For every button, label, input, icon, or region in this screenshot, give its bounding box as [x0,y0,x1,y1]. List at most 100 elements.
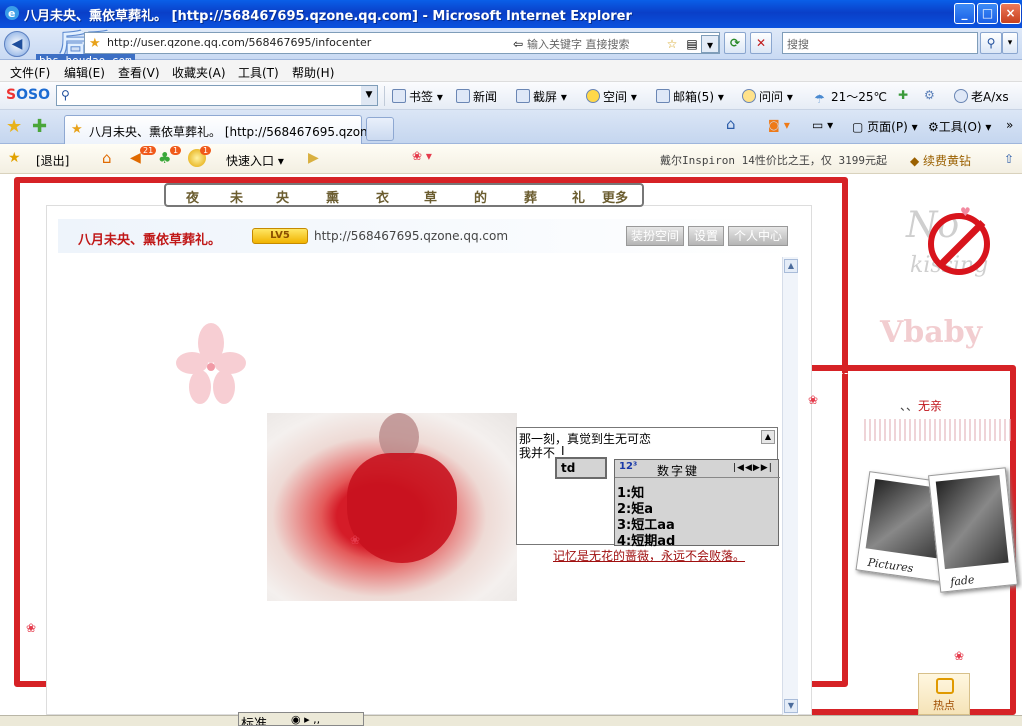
toolbar-screenshot[interactable]: 截屏 ▾ [516,88,567,105]
polaroid-photos: Pictures fade [855,465,1018,605]
search-input[interactable]: 搜搜 [782,32,978,54]
photo-dress [347,453,457,563]
back-arrow-icon[interactable]: ⇦ [509,35,527,53]
renew-vip-link[interactable]: ◆ 续费黄钻 [910,152,971,169]
hotspot-icon [936,678,954,694]
speaker-icon[interactable]: ◀ [130,150,141,166]
main-header: 八月未央、熏依草葬礼。 LV5 http://568467695.qzone.q… [58,219,798,253]
svg-text:e: e [8,7,15,20]
scroll-up-icon[interactable]: ▲ [784,259,798,273]
girl-red-dress-photo [267,413,517,601]
toolbar-space[interactable]: 空间 ▾ [586,88,637,105]
soso-search-input[interactable]: ⚲ ▼ [56,85,378,106]
nav-char[interactable]: 央 [276,187,289,206]
nav-char[interactable]: 夜 [186,187,199,206]
home-icon[interactable]: ⌂ [102,149,112,167]
toolbar-weather[interactable]: ☂ 21～25℃ [814,88,887,106]
ime-page-buttons[interactable]: |◀◀▶▶| [733,463,773,473]
scroll-top-icon[interactable]: ⇧ [1004,152,1014,166]
menu-help[interactable]: 帮助(H) [292,64,334,81]
nav-char[interactable]: 礼 [572,187,585,206]
add-favorite-icon[interactable]: ✚ [32,116,47,137]
scroll-up-icon[interactable]: ▲ [761,430,775,444]
strawberry-icon: ❀ [350,533,361,547]
maximize-button[interactable]: □ [977,3,998,24]
scroll-down-icon[interactable]: ▼ [784,699,798,713]
tools-menu[interactable]: ⚙工具(O) ▾ [928,118,991,135]
pink-flower-icon [176,323,246,404]
soso-dropdown-icon[interactable]: ▼ [361,86,377,105]
toolbar-user[interactable]: 老A/xs [954,88,1009,105]
ime-mode[interactable]: 标准 [241,713,267,725]
polaroid-photo: fade [928,467,1018,593]
logout-link[interactable]: [退出] [36,152,69,169]
ie-icon: e [5,6,19,20]
toolbar-news[interactable]: 新闻 [456,88,497,105]
personal-center-button[interactable]: 个人中心 [728,226,788,246]
play-icon[interactable]: ▶ [308,150,319,166]
ad-text[interactable]: 戴尔Inspiron 14性价比之王，仅 3199元起 [660,152,887,168]
content-scrollbar[interactable]: ▲ ▼ [782,257,798,715]
bookmark-icon [392,89,406,103]
settings-button[interactable]: 设置 [688,226,724,246]
favorite-star-icon[interactable]: ☆ [663,35,681,53]
nav-char[interactable]: 的 [474,187,487,206]
soso-logo[interactable]: SOSO [6,87,50,103]
toolbar-mail[interactable]: 邮箱(5) ▾ [656,88,724,105]
nav-char[interactable]: 未 [230,187,243,206]
toolbar-bookmark[interactable]: 书签 ▾ [392,88,443,105]
menu-view[interactable]: 查看(V) [118,64,160,81]
nav-char[interactable]: 熏 [326,187,339,206]
user-icon [954,89,968,103]
nav-char[interactable]: 葬 [524,187,537,206]
url-dropdown-icon[interactable]: ▾ [701,35,719,53]
heart-icon: ♥ [960,205,971,219]
favorites-center-icon[interactable]: ★ [6,116,22,137]
page-icon[interactable]: ▤ [683,35,701,53]
rss-icon[interactable]: ◙ ▾ [768,118,790,132]
ime-status-icons[interactable]: ◉ ▸ ,, [291,713,320,725]
star-icon [586,89,600,103]
toolbar-wenwen[interactable]: 问问 ▾ [742,88,793,105]
search-placeholder: 搜搜 [787,38,809,51]
screenshot-icon [516,89,530,103]
mail-icon [656,89,670,103]
menu-tools[interactable]: 工具(T) [238,64,279,81]
menu-favorites[interactable]: 收藏夹(A) [172,64,226,81]
back-button[interactable]: ◀ [4,31,30,57]
page-menu[interactable]: ▢ 页面(P) ▾ [852,118,918,135]
dot-pattern [864,419,1014,441]
qzone-toolbar: ★ [退出] ⌂ ◀ 21 ♣ 1 1 快速入口 ▾ ▶ ❀ ▾ 戴尔Inspi… [0,144,1022,174]
star-icon[interactable]: ★ [8,150,21,166]
url-input[interactable]: ★ http://user.qzone.qq.com/568467695/inf… [84,32,720,54]
nav-more-link[interactable]: 更多 [602,187,628,206]
quote-link[interactable]: 记忆是无花的蔷薇，永远不会败落。 [553,547,745,564]
quick-entry-menu[interactable]: 快速入口 ▾ [226,152,284,169]
nav-char[interactable]: 草 [424,187,437,206]
hotspot-button[interactable]: 热点 [918,673,970,715]
decorate-space-button[interactable]: 装扮空间 [626,226,684,246]
menu-edit[interactable]: 编辑(E) [64,64,105,81]
home-icon[interactable]: ⌂ [726,115,736,133]
minimize-button[interactable]: _ [954,3,975,24]
search-dropdown-icon[interactable]: ▾ [1002,32,1018,54]
more-commands-icon[interactable]: » [1006,118,1013,132]
news-icon [456,89,470,103]
ime-status-bar[interactable]: 标准 ◉ ▸ ,, [238,712,364,726]
vbaby-text: Vbaby [880,315,983,350]
search-icon[interactable]: ⚲ [980,32,1002,54]
stop-button[interactable]: ✕ [750,32,772,54]
menu-file[interactable]: 文件(F) [10,64,50,81]
tab-qzone[interactable]: ★ 八月未央、熏依草葬礼。 [http://568467695.qzone...… [64,115,390,144]
no-sign-icon [928,213,990,275]
nav-char[interactable]: 衣 [376,187,389,206]
space-name[interactable]: 八月未央、熏依草葬礼。 [78,229,221,248]
close-button[interactable]: × [1000,3,1021,24]
gear-icon[interactable]: ⚙ [924,88,935,102]
refresh-button[interactable]: ⟳ [724,32,746,54]
strawberry-icon: ❀ [808,393,819,407]
add-icon[interactable]: ✚ [898,88,908,102]
space-url: http://568467695.qzone.qq.com [314,229,509,243]
print-icon[interactable]: ▭ ▾ [812,118,833,132]
new-tab-button[interactable] [366,117,394,141]
